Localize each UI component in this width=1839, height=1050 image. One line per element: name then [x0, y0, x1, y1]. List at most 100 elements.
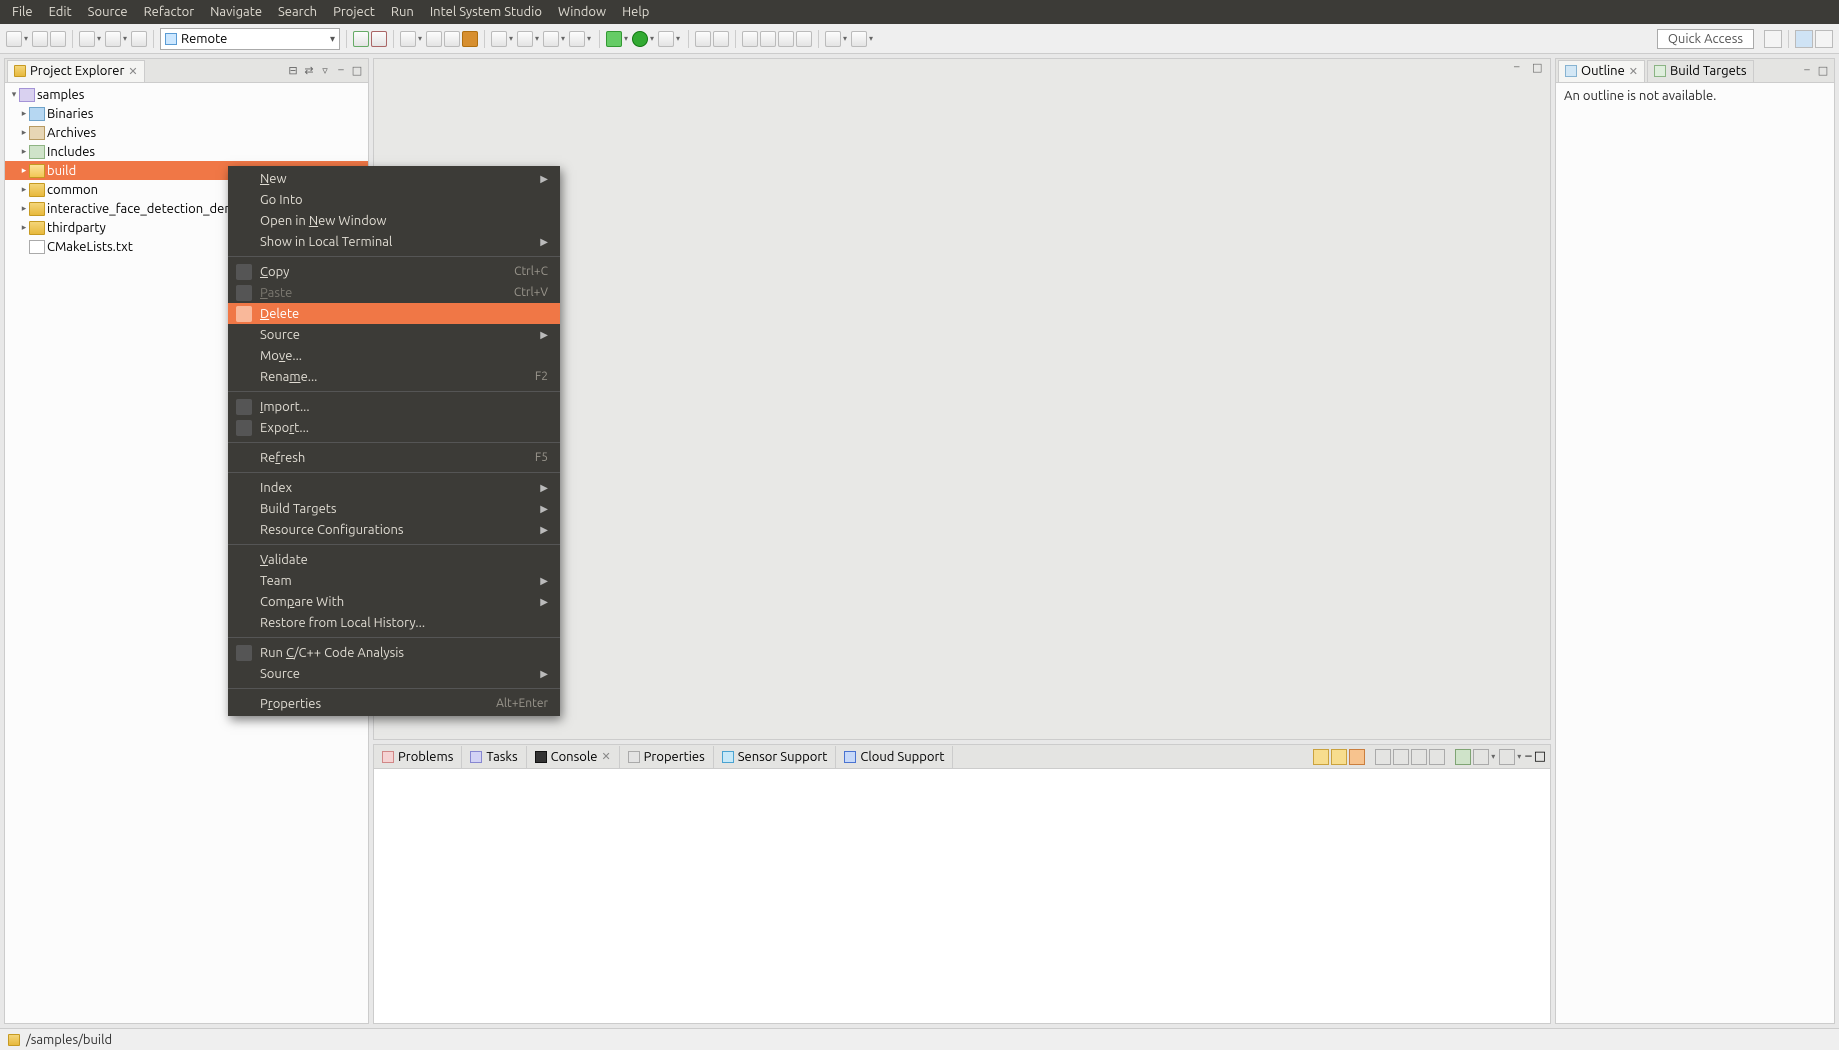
- tool-button[interactable]: [1313, 749, 1329, 765]
- quick-access-field[interactable]: Quick Access: [1657, 29, 1754, 49]
- dropdown-icon[interactable]: ▾: [1489, 749, 1497, 765]
- ctx-new[interactable]: New▶: [228, 168, 560, 189]
- ctx-delete[interactable]: Delete: [228, 303, 560, 324]
- new-button[interactable]: [6, 31, 22, 47]
- dropdown-icon[interactable]: ▾: [533, 31, 541, 47]
- save-all-button[interactable]: [50, 31, 66, 47]
- ctx-import[interactable]: Import...: [228, 396, 560, 417]
- build-targets-tab[interactable]: Build Targets: [1647, 60, 1754, 82]
- dropdown-icon[interactable]: ▾: [22, 31, 30, 47]
- view-menu-button[interactable]: ▿: [318, 64, 332, 78]
- debug-button[interactable]: [606, 31, 622, 47]
- menu-search[interactable]: Search: [272, 3, 323, 21]
- tool-button[interactable]: [444, 31, 460, 47]
- ctx-show-in-local-terminal[interactable]: Show in Local Terminal▶: [228, 231, 560, 252]
- minimize-button[interactable]: –: [334, 64, 348, 78]
- dropdown-icon[interactable]: ▾: [1515, 749, 1523, 765]
- minimize-button[interactable]: –: [1800, 64, 1814, 78]
- menu-intel-system-studio[interactable]: Intel System Studio: [424, 3, 548, 21]
- dropdown-icon[interactable]: ▾: [674, 31, 682, 47]
- tab-tasks[interactable]: Tasks: [462, 746, 526, 768]
- tool-button[interactable]: [713, 31, 729, 47]
- tool-button[interactable]: [131, 31, 147, 47]
- menu-edit[interactable]: Edit: [43, 3, 78, 21]
- dropdown-icon[interactable]: ▾: [416, 31, 424, 47]
- menu-help[interactable]: Help: [616, 3, 655, 21]
- tool-button[interactable]: [462, 31, 478, 47]
- link-editor-button[interactable]: ⇄: [302, 64, 316, 78]
- collapse-all-button[interactable]: ⊟: [286, 64, 300, 78]
- ctx-compare-with[interactable]: Compare With▶: [228, 591, 560, 612]
- dropdown-icon[interactable]: ▾: [585, 31, 593, 47]
- ctx-rename[interactable]: Rename...F2: [228, 366, 560, 387]
- tab-cloud-support[interactable]: Cloud Support: [836, 746, 953, 768]
- close-icon[interactable]: ✕: [128, 65, 137, 78]
- menu-source[interactable]: Source: [82, 3, 134, 21]
- tree-item-archives[interactable]: ▸Archives: [5, 123, 368, 142]
- ctx-validate[interactable]: Validate: [228, 549, 560, 570]
- back-button[interactable]: [825, 31, 841, 47]
- dropdown-icon[interactable]: ▾: [559, 31, 567, 47]
- ctx-build-targets[interactable]: Build Targets▶: [228, 498, 560, 519]
- ctx-move[interactable]: Move...: [228, 345, 560, 366]
- hammer-button[interactable]: [105, 31, 121, 47]
- tool-button[interactable]: [1349, 749, 1365, 765]
- menu-file[interactable]: File: [6, 3, 39, 21]
- minimize-button[interactable]: –: [1514, 61, 1528, 75]
- ctx-copy[interactable]: CopyCtrl+C: [228, 261, 560, 282]
- tool-button[interactable]: [742, 31, 758, 47]
- tool-button[interactable]: [543, 31, 559, 47]
- ctx-team[interactable]: Team▶: [228, 570, 560, 591]
- dropdown-icon[interactable]: ▾: [507, 31, 515, 47]
- ctx-refresh[interactable]: RefreshF5: [228, 447, 560, 468]
- menu-project[interactable]: Project: [327, 3, 381, 21]
- forward-button[interactable]: [851, 31, 867, 47]
- tab-console[interactable]: Console ✕: [527, 746, 620, 768]
- tool-button[interactable]: [1375, 749, 1391, 765]
- menu-navigate[interactable]: Navigate: [204, 3, 268, 21]
- ctx-open-in-new-window[interactable]: Open in New Window: [228, 210, 560, 231]
- tool-button[interactable]: [1429, 749, 1445, 765]
- perspective-button[interactable]: [1815, 30, 1833, 48]
- ctx-resource-configurations[interactable]: Resource Configurations▶: [228, 519, 560, 540]
- maximize-button[interactable]: □: [350, 64, 364, 78]
- dropdown-icon[interactable]: ▾: [622, 31, 630, 47]
- maximize-button[interactable]: □: [1532, 61, 1546, 75]
- step-button[interactable]: [353, 31, 369, 47]
- tool-button[interactable]: [517, 31, 533, 47]
- tool-button[interactable]: [760, 31, 776, 47]
- step-button[interactable]: [371, 31, 387, 47]
- launch-target-combo[interactable]: Remote ▾: [160, 28, 340, 50]
- menu-window[interactable]: Window: [552, 3, 612, 21]
- tree-item-binaries[interactable]: ▸Binaries: [5, 104, 368, 123]
- dropdown-icon[interactable]: ▾: [867, 31, 875, 47]
- tool-button[interactable]: [569, 31, 585, 47]
- save-button[interactable]: [32, 31, 48, 47]
- close-icon[interactable]: ✕: [601, 750, 610, 763]
- open-perspective-button[interactable]: [1764, 30, 1782, 48]
- ctx-source[interactable]: Source▶: [228, 663, 560, 684]
- maximize-button[interactable]: □: [1534, 749, 1546, 765]
- tab-sensor-support[interactable]: Sensor Support: [714, 746, 837, 768]
- tool-button[interactable]: [400, 31, 416, 47]
- ctx-export[interactable]: Export...: [228, 417, 560, 438]
- tool-button[interactable]: [1331, 749, 1347, 765]
- tool-button[interactable]: [426, 31, 442, 47]
- tool-button[interactable]: [796, 31, 812, 47]
- tool-button[interactable]: [778, 31, 794, 47]
- tree-root[interactable]: ▾samples: [5, 85, 368, 104]
- dropdown-icon[interactable]: ▾: [648, 31, 656, 47]
- tab-problems[interactable]: Problems: [374, 746, 462, 768]
- ctx-index[interactable]: Index▶: [228, 477, 560, 498]
- outline-tab[interactable]: Outline ✕: [1558, 60, 1645, 82]
- menu-refactor[interactable]: Refactor: [138, 3, 201, 21]
- ctx-run-c-c-code-analysis[interactable]: Run C/C++ Code Analysis: [228, 642, 560, 663]
- ctx-source[interactable]: Source▶: [228, 324, 560, 345]
- minimize-button[interactable]: –: [1525, 749, 1531, 765]
- tool-button[interactable]: [1455, 749, 1471, 765]
- dropdown-icon[interactable]: ▾: [95, 31, 103, 47]
- perspective-button[interactable]: [1795, 30, 1813, 48]
- tool-button[interactable]: [1393, 749, 1409, 765]
- ctx-go-into[interactable]: Go Into: [228, 189, 560, 210]
- run-button[interactable]: [632, 31, 648, 47]
